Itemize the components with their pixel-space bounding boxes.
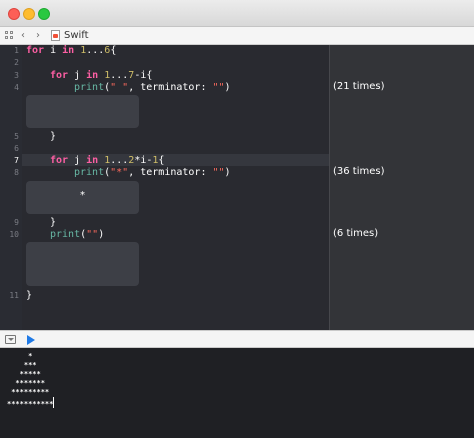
code-line-1[interactable]: for i in 1...6{ [26, 45, 116, 57]
code-text: *i- [134, 155, 153, 166]
minimize-window-button[interactable] [23, 8, 35, 20]
close-window-button[interactable] [8, 8, 20, 20]
code-line-4[interactable]: print(" ", terminator: "") [74, 82, 231, 94]
code-text: ... [86, 45, 105, 56]
inline-result-view[interactable]: * [26, 181, 139, 214]
code-text: , terminator: [128, 82, 213, 93]
line-number-current: 7 [14, 156, 19, 165]
console-text: * *** ***** ******* ********* **********… [7, 352, 54, 408]
code-text: ... [110, 70, 129, 81]
console-output-area[interactable]: * *** ***** ******* ********* **********… [0, 348, 474, 438]
string-literal: "*" [110, 167, 129, 178]
line-number: 3 [14, 71, 19, 80]
code-line-5[interactable]: } [50, 131, 56, 143]
function-name: print [74, 167, 105, 178]
code-text: ... [110, 155, 129, 166]
keyword: for [26, 45, 45, 56]
keyword: for [50, 155, 69, 166]
string-literal: " " [110, 82, 129, 93]
debug-bar [0, 330, 474, 348]
line-number: 4 [14, 83, 19, 92]
jump-bar: ‹ › Swift [0, 27, 474, 45]
string-literal: "" [86, 229, 99, 240]
code-line-9[interactable]: } [50, 217, 56, 229]
code-line-10[interactable]: print("") [50, 229, 104, 241]
code-text: { [158, 155, 165, 166]
code-text: i [44, 45, 63, 56]
code-line-8[interactable]: print("*", terminator: "") [74, 167, 231, 179]
function-name: print [50, 229, 81, 240]
line-number: 6 [14, 144, 19, 153]
code-line-11[interactable]: } [26, 290, 32, 302]
back-button[interactable]: ‹ [21, 29, 25, 43]
code-text: ) [224, 167, 231, 178]
console-output: * *** ***** ******* ********* **********… [7, 352, 55, 409]
inline-result-value: * [79, 190, 86, 201]
inline-result-view[interactable] [26, 242, 139, 286]
line-number: 10 [9, 230, 19, 239]
code-text: } [50, 131, 57, 142]
code-text: } [26, 290, 33, 301]
hide-debug-area-icon[interactable] [5, 335, 16, 344]
line-number: 1 [14, 46, 19, 55]
result-count[interactable]: (21 times) [333, 81, 385, 93]
code-text: j [68, 155, 87, 166]
code-line-7[interactable]: for j in 1...2*i-1{ [50, 155, 164, 167]
swift-file-icon [51, 30, 60, 41]
forward-button[interactable]: › [36, 29, 40, 43]
line-number-gutter: 1 2 3 4 5 6 7 8 9 10 11 [0, 45, 22, 330]
grid-icon[interactable] [5, 31, 14, 40]
code-text: ) [98, 229, 105, 240]
result-count[interactable]: (6 times) [333, 228, 378, 240]
code-text: j [68, 70, 87, 81]
text-cursor [53, 397, 55, 408]
line-number: 8 [14, 168, 19, 177]
code-text: ) [224, 82, 231, 93]
playground-editor: 1 2 3 4 5 6 7 8 9 10 11 for i in 1...6{ … [0, 45, 474, 330]
code-text: } [50, 217, 57, 228]
title-bar [0, 0, 474, 27]
keyword: in [86, 155, 99, 166]
line-number: 2 [14, 58, 19, 67]
line-number: 5 [14, 132, 19, 141]
string-literal: "" [212, 167, 225, 178]
keyword: for [50, 70, 69, 81]
code-text: -i{ [134, 70, 153, 81]
keyword: in [86, 70, 99, 81]
play-icon[interactable] [27, 335, 35, 345]
file-name-breadcrumb[interactable]: Swift [64, 29, 89, 43]
code-text: { [110, 45, 117, 56]
code-text: , terminator: [128, 167, 213, 178]
result-count[interactable]: (36 times) [333, 166, 385, 178]
inline-result-view[interactable] [26, 95, 139, 128]
line-number: 11 [9, 291, 19, 300]
keyword: in [62, 45, 75, 56]
zoom-window-button[interactable] [38, 8, 50, 20]
function-name: print [74, 82, 105, 93]
string-literal: "" [212, 82, 225, 93]
code-line-3[interactable]: for j in 1...7-i{ [50, 70, 152, 82]
line-number: 9 [14, 218, 19, 227]
